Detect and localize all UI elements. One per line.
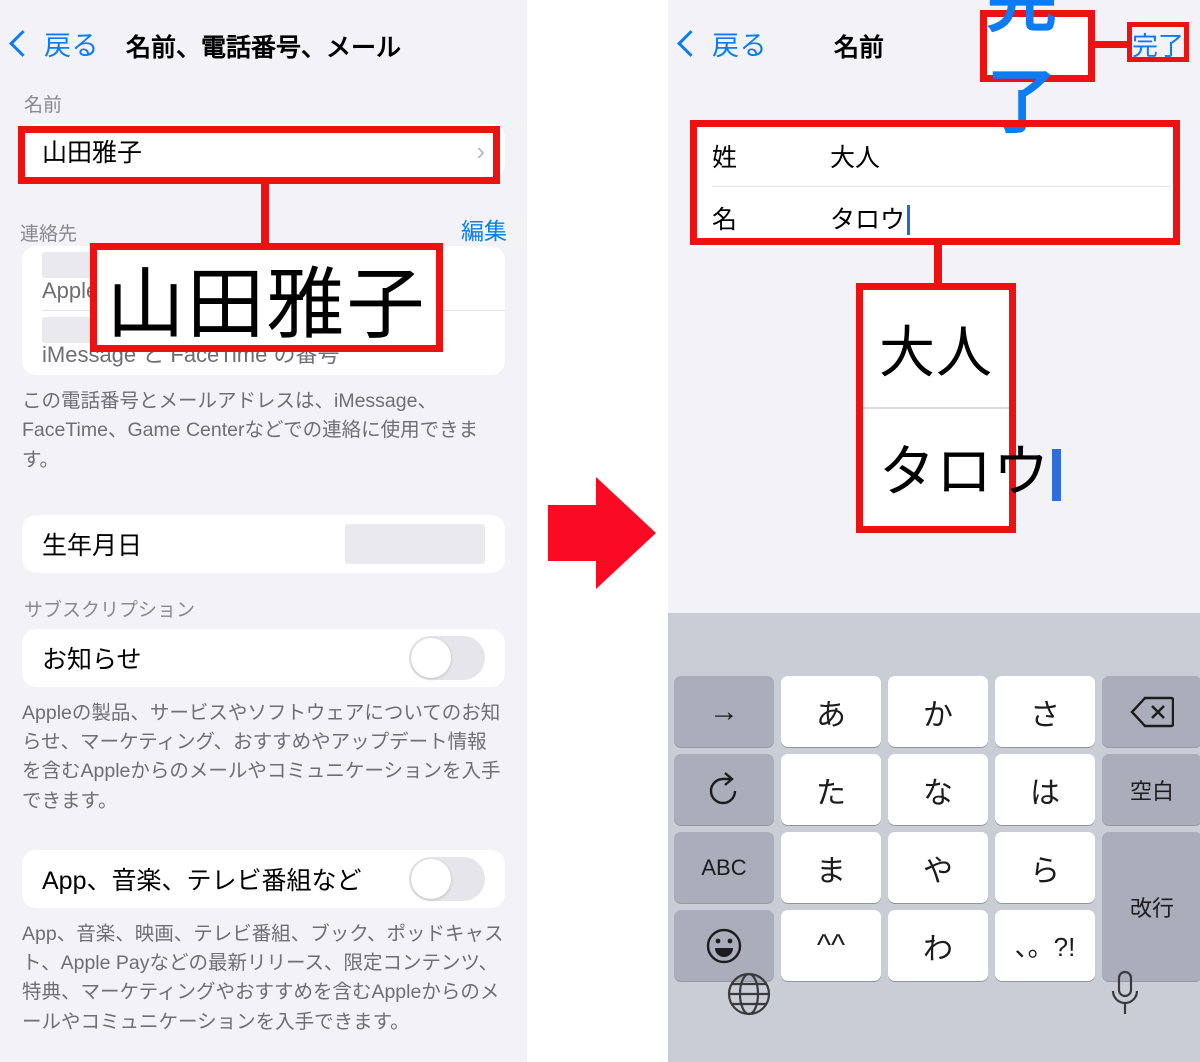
magnified-callout-name: 山田雅子 [90,243,443,352]
magnified-lastname-text: 大人 [879,321,993,384]
apps-music-toggle[interactable] [409,856,485,901]
birthday-label: 生年月日 [42,531,143,560]
keyboard-bottom-bar [668,953,1200,1053]
left-nav-bar: 戻る 名前、電話番号、メール [0,0,527,90]
keyboard-suggestion-bar [668,613,1200,676]
key-cursor-right[interactable]: → [674,676,774,747]
edit-button[interactable]: 編集 [461,212,507,246]
form-callout-connector-line [934,245,942,285]
microphone-icon [1111,970,1139,1014]
undo-icon [709,771,737,804]
notifications-label: お知らせ [42,645,142,674]
key-dictation[interactable] [1108,969,1142,1024]
birthday-row[interactable]: 生年月日 [22,515,505,573]
key-backspace[interactable] [1102,676,1200,747]
apps-music-card: App、音楽、テレビ番組など [22,849,505,908]
magnified-callout-name-fields: 大人 タロウ [856,283,1061,533]
apps-music-footer-text: App、音楽、映画、テレビ番組、ブック、ポッドキャスト、Apple Payなどの… [22,922,504,1033]
birthday-card: 生年月日 [22,514,505,573]
magnified-lastname-cell: 大人 [863,290,1009,407]
magnified-firstname-text: タロウ [879,427,1061,508]
contacts-footer-text: この電話番号とメールアドレスは、iMessage、FaceTime、Game C… [22,390,479,471]
backspace-icon [1130,696,1174,727]
page-title: 名前、電話番号、メール [125,34,401,62]
key-space[interactable]: 空白 [1102,754,1200,825]
notifications-card: お知らせ [22,628,505,687]
keyboard-row-2: た な は 空白 [674,754,1200,825]
redacted-birthday-block [345,523,485,564]
transition-arrow-shaft [548,505,596,561]
toggle-knob [411,637,451,678]
key-ma[interactable]: ま [781,832,881,903]
name-section-header: 名前 [24,95,63,116]
globe-icon [727,972,771,1016]
key-ha[interactable]: は [995,754,1095,825]
keyboard-row-1: → あ か さ [674,676,1200,747]
subscription-section-header: サブスクリプション [24,599,196,621]
key-ta[interactable]: た [781,754,881,825]
japanese-kana-keyboard: → あ か さ た な は 空白 ABC ま ^^ や わ ら 、。?! 改行 [668,613,1200,1062]
notifications-footer-text: Appleの製品、サービスやソフトウェアについてのお知らせ、マーケティング、おす… [22,701,501,812]
key-undo[interactable] [674,754,774,825]
keyboard-key-grid: → あ か さ た な は 空白 ABC ま ^^ や わ ら 、。?! 改行 [674,676,1200,988]
magnified-name-text: 山田雅子 [106,259,427,348]
apps-music-row: App、音楽、テレビ番組など [22,850,505,908]
key-abc-mode[interactable]: ABC [674,832,774,903]
magnified-callout-done: 完了 [980,0,1095,141]
key-ya[interactable]: や [888,832,988,903]
done-callout-connector-line [1095,41,1127,48]
transition-arrow-head [596,477,656,589]
key-a[interactable]: あ [781,676,881,747]
highlight-box-name-row [18,126,500,184]
key-na[interactable]: な [888,754,988,825]
magnified-firstname-cell: タロウ [863,409,1061,526]
magnified-firstname-value: タロウ [879,440,1050,503]
magnified-text-cursor [1052,449,1061,501]
apps-music-label: App、音楽、テレビ番組など [42,866,362,895]
key-ka[interactable]: か [888,676,988,747]
highlight-box-name-form [690,120,1180,245]
screenshot-canvas: 戻る 名前、電話番号、メール 名前 山田雅子 › 連絡先 編集 Apple iM… [0,0,1200,1062]
notifications-row: お知らせ [22,629,505,687]
toggle-knob [411,858,451,899]
key-sa[interactable]: さ [995,676,1095,747]
contacts-section-header: 連絡先 [20,224,78,245]
notifications-toggle[interactable] [409,635,485,680]
callout-connector-line [261,184,269,246]
key-globe[interactable] [726,971,772,1022]
key-ra[interactable]: ら [995,832,1095,903]
highlight-box-done-button [1127,22,1189,62]
